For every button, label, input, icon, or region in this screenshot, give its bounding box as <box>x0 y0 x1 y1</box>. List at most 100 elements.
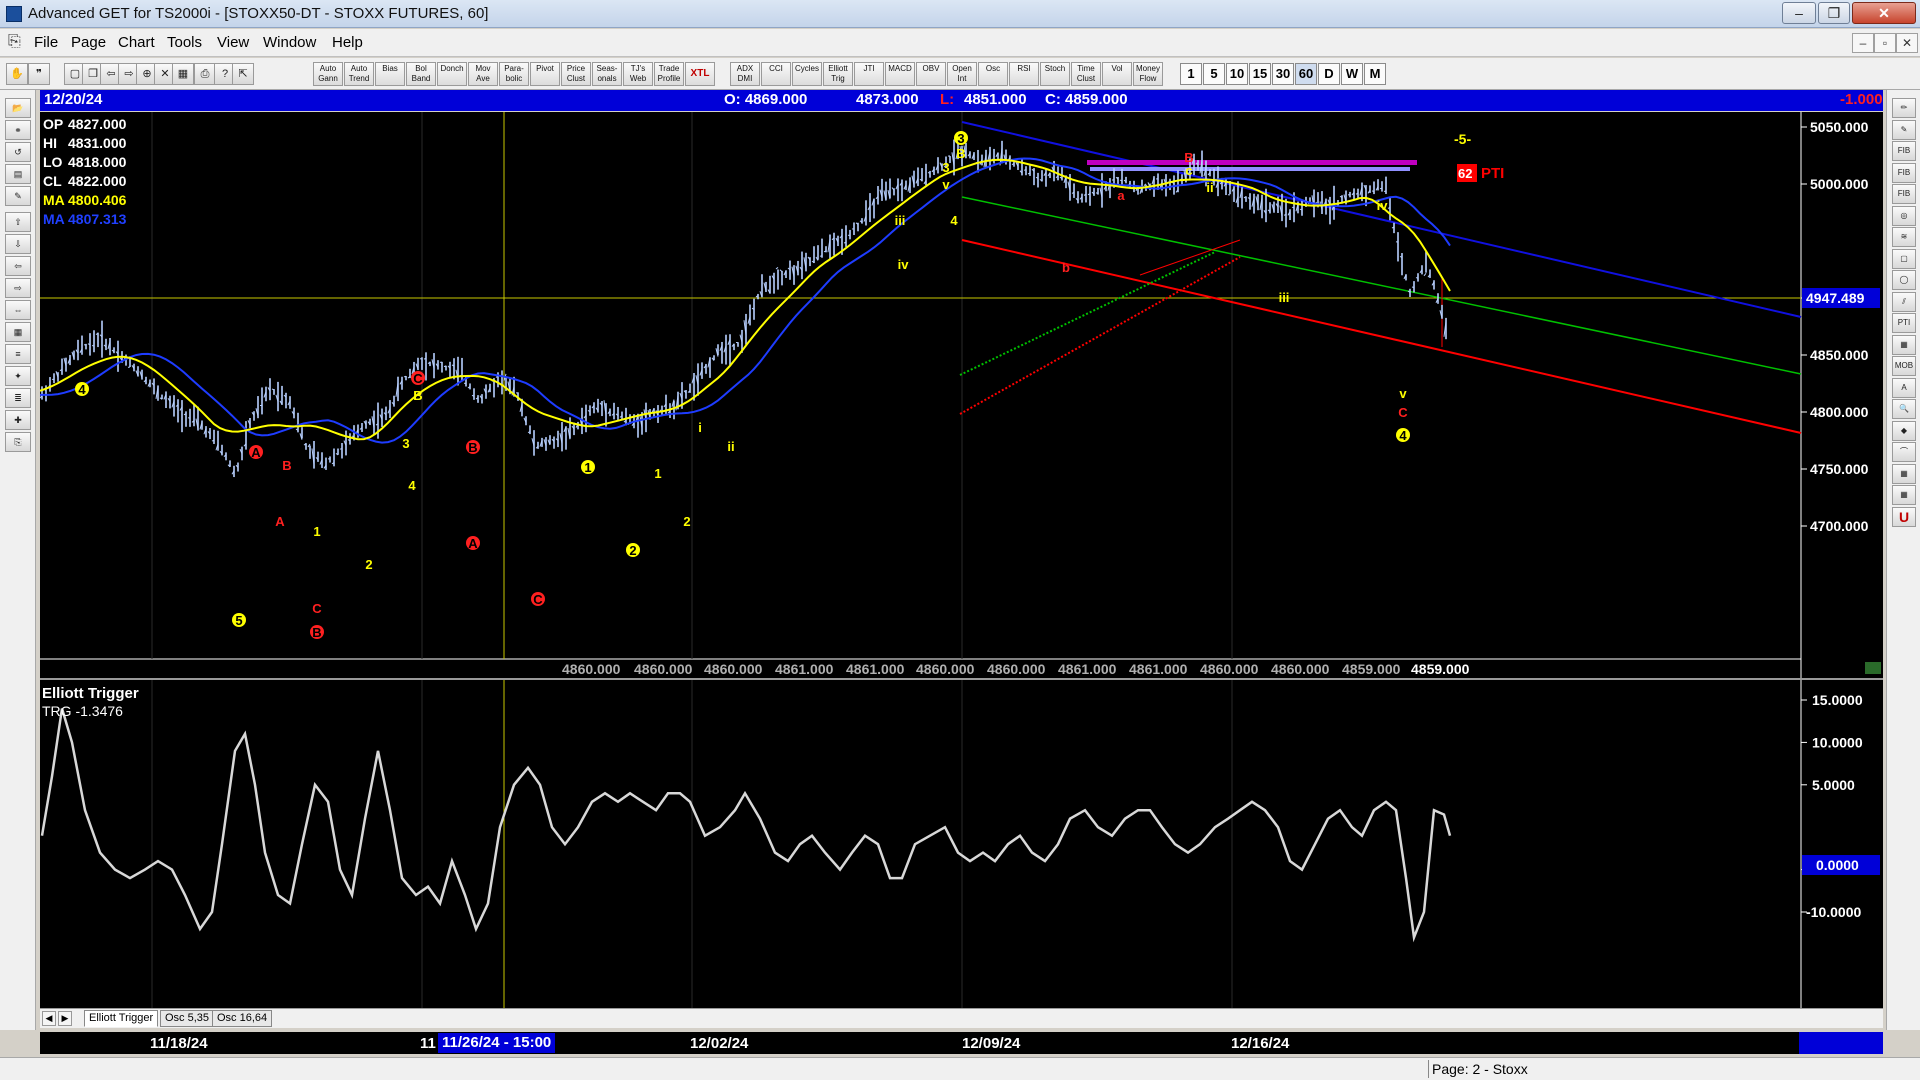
tool-down-icon[interactable]: ⇩ <box>5 234 31 254</box>
study-para-bolic-button[interactable]: Para-bolic <box>499 62 529 86</box>
tab-osc-5-35[interactable]: Osc 5,35 <box>160 1010 215 1027</box>
study-osc-button[interactable]: Osc <box>978 62 1008 86</box>
tool-left-icon[interactable]: ⇦ <box>5 256 31 276</box>
tab-osc-16-64[interactable]: Osc 16,64 <box>212 1010 273 1027</box>
close-button[interactable]: ✕ <box>1852 2 1916 24</box>
draw-pti-icon[interactable]: PTI <box>1892 313 1916 333</box>
tab-scroll-left-icon[interactable]: ◀ <box>42 1011 56 1026</box>
study-seas-onals-button[interactable]: Seas-onals <box>592 62 622 86</box>
study-auto-trend-button[interactable]: Auto Trend <box>344 62 374 86</box>
print-icon[interactable]: ⎙ <box>194 63 216 85</box>
draw-paint-icon[interactable]: ◆ <box>1892 420 1916 441</box>
draw-mob-icon[interactable]: MOB <box>1892 356 1916 376</box>
tool-open-icon[interactable]: 📂 <box>5 98 31 118</box>
draw-grid-icon[interactable]: ▦ <box>1892 334 1916 355</box>
draw-pen-icon[interactable]: ✏ <box>1892 98 1916 118</box>
study-xtl-button[interactable]: XTL <box>685 62 715 86</box>
draw-fib-rtr-icon[interactable]: FIB <box>1892 141 1916 161</box>
tab-elliott-trigger[interactable]: Elliott Trigger <box>84 1010 159 1027</box>
price-chart[interactable]: OP 4827.000 HI 4831.000 LO 4818.000 CL 4… <box>39 112 1883 678</box>
menu-window[interactable]: Window <box>263 34 316 51</box>
draw-date-icon[interactable]: ▦ <box>1892 463 1916 484</box>
menu-tools[interactable]: Tools <box>167 34 202 51</box>
study-jti-button[interactable]: JTI <box>854 62 884 86</box>
study-macd-button[interactable]: MACD <box>885 62 915 86</box>
tool-grid-icon[interactable]: ▦ <box>5 322 31 342</box>
maximize-button[interactable]: ❐ <box>1818 2 1850 24</box>
timeframe-10-button[interactable]: 10 <box>1226 63 1248 85</box>
oscillator-chart[interactable]: Elliott Trigger TRG -1.3476 15.0000 10.00… <box>40 680 1883 1009</box>
study-time-clust-button[interactable]: Time Clust <box>1071 62 1101 86</box>
timeframe-1-button[interactable]: 1 <box>1180 63 1202 85</box>
study-bol-band-button[interactable]: Bol Band <box>406 62 436 86</box>
study-adx-dmi-button[interactable]: ADX DMI <box>730 62 760 86</box>
study-cci-button[interactable]: CCI <box>761 62 791 86</box>
study-pivot-button[interactable]: Pivot <box>530 62 560 86</box>
tool-fit-icon[interactable]: ⇔ <box>5 300 31 320</box>
tab-scroll-right-icon[interactable]: ▶ <box>58 1011 72 1026</box>
mdi-minimize-button[interactable]: – <box>1852 33 1874 53</box>
study-auto-gann-button[interactable]: Auto Gann <box>313 62 343 86</box>
tool-gann-icon[interactable]: ✦ <box>5 366 31 386</box>
red-channel-line[interactable] <box>961 239 1802 434</box>
study-obv-button[interactable]: OBV <box>916 62 946 86</box>
draw-fib-time-icon[interactable]: FIB <box>1892 184 1916 204</box>
study-price-clust-button[interactable]: Price Clust <box>561 62 591 86</box>
study-vol-button[interactable]: Vol <box>1102 62 1132 86</box>
tool-mob-icon[interactable]: ⚭ <box>5 120 31 140</box>
study-mov-ave-button[interactable]: Mov Ave <box>468 62 498 86</box>
study-stoch-button[interactable]: Stoch <box>1040 62 1070 86</box>
draw-box-icon[interactable]: ▢ <box>1892 248 1916 269</box>
study-rsi-button[interactable]: RSI <box>1009 62 1039 86</box>
draw-fib-ext-icon[interactable]: FIB <box>1892 162 1916 183</box>
timeframe-5-button[interactable]: 5 <box>1203 63 1225 85</box>
thumb-icon[interactable]: ✋ <box>6 63 28 85</box>
timeframe-D-button[interactable]: D <box>1318 63 1340 85</box>
quote-icon[interactable]: ❞ <box>28 63 50 85</box>
minimize-button[interactable]: – <box>1782 2 1816 24</box>
study-donch-button[interactable]: Donch <box>437 62 467 86</box>
tool-cursor-icon[interactable]: ✚ <box>5 410 31 430</box>
study-elliott-trig-button[interactable]: Elliott Trig <box>823 62 853 86</box>
tool-fib-icon[interactable]: ≣ <box>5 388 31 408</box>
menu-page[interactable]: Page <box>71 34 106 51</box>
mdi-close-button[interactable]: ✕ <box>1896 33 1918 53</box>
mdi-restore-button[interactable]: ▫ <box>1874 33 1896 53</box>
tool-up-icon[interactable]: ⇧ <box>5 212 31 232</box>
green-channel-line[interactable] <box>961 196 1802 375</box>
tool-reset-icon[interactable]: ↺ <box>5 142 31 162</box>
study-tj-s-web-button[interactable]: TJ's Web <box>623 62 653 86</box>
draw-ellipse-icon[interactable]: ◯ <box>1892 270 1916 290</box>
document-icon[interactable]: ⎘ <box>8 33 24 51</box>
timeframe-60-button[interactable]: 60 <box>1295 63 1317 85</box>
draw-channel-icon[interactable]: ⫽ <box>1892 291 1916 312</box>
help-pointer-icon[interactable]: ⇱ <box>232 63 254 85</box>
corner-icon[interactable] <box>1865 662 1881 674</box>
grid-icon[interactable]: ▦ <box>172 63 194 85</box>
draw-arc-icon[interactable]: ⌒ <box>1892 442 1916 462</box>
draw-pen2-icon[interactable]: ✎ <box>1892 119 1916 140</box>
menu-file[interactable]: File <box>34 34 58 51</box>
tool-page-icon[interactable]: ⎘ <box>5 432 31 452</box>
blue-channel-line[interactable] <box>961 121 1802 318</box>
study-money-flow-button[interactable]: Money Flow <box>1133 62 1163 86</box>
menu-chart[interactable]: Chart <box>118 34 155 51</box>
draw-circle-icon[interactable]: ◎ <box>1892 205 1916 226</box>
draw-fan-icon[interactable]: ≋ <box>1892 227 1916 247</box>
menu-help[interactable]: Help <box>332 34 363 51</box>
timeframe-30-button[interactable]: 30 <box>1272 63 1294 85</box>
tool-right-icon[interactable]: ⇨ <box>5 278 31 298</box>
menu-view[interactable]: View <box>217 34 249 51</box>
draw-zoom-icon[interactable]: 🔍 <box>1892 399 1916 419</box>
study-cycles-button[interactable]: Cycles <box>792 62 822 86</box>
tool-lines-icon[interactable]: ≡ <box>5 344 31 364</box>
timeframe-W-button[interactable]: W <box>1341 63 1363 85</box>
draw-u-icon[interactable]: U <box>1892 506 1916 527</box>
study-bias-button[interactable]: Bias <box>375 62 405 86</box>
tool-elliott-icon[interactable]: ✎ <box>5 186 31 206</box>
timeframe-15-button[interactable]: 15 <box>1249 63 1271 85</box>
study-trade-profile-button[interactable]: Trade Profile <box>654 62 684 86</box>
study-open-int-button[interactable]: Open Int <box>947 62 977 86</box>
tool-study-icon[interactable]: ▤ <box>5 164 31 184</box>
timeframe-M-button[interactable]: M <box>1364 63 1386 85</box>
